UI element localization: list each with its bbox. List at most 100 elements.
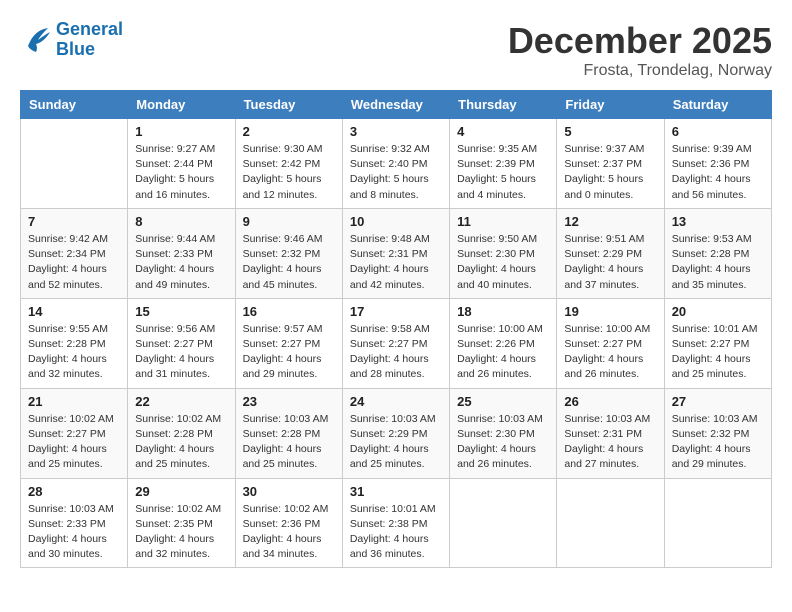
day-number: 20 <box>672 304 764 319</box>
day-info: Sunrise: 10:02 AM Sunset: 2:35 PM Daylig… <box>135 502 227 563</box>
day-info: Sunrise: 9:50 AM Sunset: 2:30 PM Dayligh… <box>457 232 549 293</box>
day-info: Sunrise: 9:55 AM Sunset: 2:28 PM Dayligh… <box>28 322 120 383</box>
day-info: Sunrise: 10:01 AM Sunset: 2:38 PM Daylig… <box>350 502 442 563</box>
day-cell: 7 Sunrise: 9:42 AM Sunset: 2:34 PM Daylig… <box>21 208 128 298</box>
day-cell: 22 Sunrise: 10:02 AM Sunset: 2:28 PM Dayl… <box>128 388 235 478</box>
day-cell: 9Sunrise: 9:46 AM Sunset: 2:32 PM Daylig… <box>235 208 342 298</box>
title-block: December 2025 Frosta, Trondelag, Norway <box>508 20 772 80</box>
day-info: Sunrise: 9:53 AM Sunset: 2:28 PM Dayligh… <box>672 232 764 293</box>
day-cell: 13 Sunrise: 9:53 AM Sunset: 2:28 PM Dayli… <box>664 208 771 298</box>
day-number: 19 <box>564 304 656 319</box>
day-cell: 28Sunrise: 10:03 AM Sunset: 2:33 PM Dayl… <box>21 478 128 568</box>
day-cell: 24 Sunrise: 10:03 AM Sunset: 2:29 PM Dayl… <box>342 388 449 478</box>
day-cell: 20 Sunrise: 10:01 AM Sunset: 2:27 PM Dayl… <box>664 298 771 388</box>
day-cell: 19 Sunrise: 10:00 AM Sunset: 2:27 PM Dayl… <box>557 298 664 388</box>
day-cell: 3Sunrise: 9:32 AM Sunset: 2:40 PM Daylig… <box>342 119 449 209</box>
week-row-3: 21Sunrise: 10:02 AM Sunset: 2:27 PM Dayl… <box>21 388 772 478</box>
column-header-sunday: Sunday <box>21 91 128 119</box>
month-title: December 2025 <box>508 20 772 62</box>
week-row-4: 28Sunrise: 10:03 AM Sunset: 2:33 PM Dayl… <box>21 478 772 568</box>
logo-icon <box>20 26 52 54</box>
day-number: 9 <box>243 214 335 229</box>
column-header-thursday: Thursday <box>450 91 557 119</box>
day-number: 10 <box>350 214 442 229</box>
week-row-1: 7 Sunrise: 9:42 AM Sunset: 2:34 PM Daylig… <box>21 208 772 298</box>
day-cell: 17Sunrise: 9:58 AM Sunset: 2:27 PM Dayli… <box>342 298 449 388</box>
page-header: General Blue December 2025 Frosta, Trond… <box>20 20 772 80</box>
day-info: Sunrise: 10:00 AM Sunset: 2:26 PM Daylig… <box>457 322 549 383</box>
day-number: 18 <box>457 304 549 319</box>
day-cell: 10 Sunrise: 9:48 AM Sunset: 2:31 PM Dayli… <box>342 208 449 298</box>
day-info: Sunrise: 10:02 AM Sunset: 2:36 PM Daylig… <box>243 502 335 563</box>
day-number: 27 <box>672 394 764 409</box>
day-number: 29 <box>135 484 227 499</box>
day-cell <box>450 478 557 568</box>
day-cell: 23Sunrise: 10:03 AM Sunset: 2:28 PM Dayl… <box>235 388 342 478</box>
day-info: Sunrise: 10:01 AM Sunset: 2:27 PM Daylig… <box>672 322 764 383</box>
day-number: 21 <box>28 394 120 409</box>
day-info: Sunrise: 10:02 AM Sunset: 2:28 PM Daylig… <box>135 412 227 473</box>
day-info: Sunrise: 9:42 AM Sunset: 2:34 PM Dayligh… <box>28 232 120 293</box>
day-cell: 15Sunrise: 9:56 AM Sunset: 2:27 PM Dayli… <box>128 298 235 388</box>
day-info: Sunrise: 9:58 AM Sunset: 2:27 PM Dayligh… <box>350 322 442 383</box>
day-cell: 31 Sunrise: 10:01 AM Sunset: 2:38 PM Dayl… <box>342 478 449 568</box>
day-cell: 27Sunrise: 10:03 AM Sunset: 2:32 PM Dayl… <box>664 388 771 478</box>
day-info: Sunrise: 9:30 AM Sunset: 2:42 PM Dayligh… <box>243 142 335 203</box>
day-info: Sunrise: 9:35 AM Sunset: 2:39 PM Dayligh… <box>457 142 549 203</box>
day-info: Sunrise: 9:57 AM Sunset: 2:27 PM Dayligh… <box>243 322 335 383</box>
day-number: 5 <box>564 124 656 139</box>
day-info: Sunrise: 9:27 AM Sunset: 2:44 PM Dayligh… <box>135 142 227 203</box>
day-cell: 6 Sunrise: 9:39 AM Sunset: 2:36 PM Daylig… <box>664 119 771 209</box>
day-cell: 5 Sunrise: 9:37 AM Sunset: 2:37 PM Daylig… <box>557 119 664 209</box>
day-cell: 18 Sunrise: 10:00 AM Sunset: 2:26 PM Dayl… <box>450 298 557 388</box>
day-cell: 8 Sunrise: 9:44 AM Sunset: 2:33 PM Daylig… <box>128 208 235 298</box>
day-number: 8 <box>135 214 227 229</box>
column-header-friday: Friday <box>557 91 664 119</box>
day-number: 31 <box>350 484 442 499</box>
day-cell: 26Sunrise: 10:03 AM Sunset: 2:31 PM Dayl… <box>557 388 664 478</box>
day-number: 7 <box>28 214 120 229</box>
day-info: Sunrise: 10:03 AM Sunset: 2:29 PM Daylig… <box>350 412 442 473</box>
day-info: Sunrise: 9:39 AM Sunset: 2:36 PM Dayligh… <box>672 142 764 203</box>
day-info: Sunrise: 9:32 AM Sunset: 2:40 PM Dayligh… <box>350 142 442 203</box>
calendar-header-row: SundayMondayTuesdayWednesdayThursdayFrid… <box>21 91 772 119</box>
column-header-wednesday: Wednesday <box>342 91 449 119</box>
day-number: 15 <box>135 304 227 319</box>
day-info: Sunrise: 10:03 AM Sunset: 2:30 PM Daylig… <box>457 412 549 473</box>
column-header-monday: Monday <box>128 91 235 119</box>
day-number: 13 <box>672 214 764 229</box>
day-number: 28 <box>28 484 120 499</box>
logo: General Blue <box>20 20 123 60</box>
day-number: 4 <box>457 124 549 139</box>
day-number: 22 <box>135 394 227 409</box>
day-number: 12 <box>564 214 656 229</box>
location: Frosta, Trondelag, Norway <box>508 62 772 80</box>
day-number: 30 <box>243 484 335 499</box>
day-number: 24 <box>350 394 442 409</box>
day-info: Sunrise: 10:00 AM Sunset: 2:27 PM Daylig… <box>564 322 656 383</box>
week-row-0: 1 Sunrise: 9:27 AM Sunset: 2:44 PM Daylig… <box>21 119 772 209</box>
day-info: Sunrise: 9:48 AM Sunset: 2:31 PM Dayligh… <box>350 232 442 293</box>
calendar-table: SundayMondayTuesdayWednesdayThursdayFrid… <box>20 90 772 568</box>
day-cell: 21Sunrise: 10:02 AM Sunset: 2:27 PM Dayl… <box>21 388 128 478</box>
day-cell: 25 Sunrise: 10:03 AM Sunset: 2:30 PM Dayl… <box>450 388 557 478</box>
day-info: Sunrise: 10:03 AM Sunset: 2:31 PM Daylig… <box>564 412 656 473</box>
day-cell: 2Sunrise: 9:30 AM Sunset: 2:42 PM Daylig… <box>235 119 342 209</box>
day-info: Sunrise: 10:03 AM Sunset: 2:28 PM Daylig… <box>243 412 335 473</box>
day-number: 25 <box>457 394 549 409</box>
day-cell <box>21 119 128 209</box>
day-number: 6 <box>672 124 764 139</box>
day-info: Sunrise: 9:37 AM Sunset: 2:37 PM Dayligh… <box>564 142 656 203</box>
calendar-body: 1 Sunrise: 9:27 AM Sunset: 2:44 PM Daylig… <box>21 119 772 568</box>
day-number: 1 <box>135 124 227 139</box>
day-cell: 16 Sunrise: 9:57 AM Sunset: 2:27 PM Dayli… <box>235 298 342 388</box>
day-cell: 11Sunrise: 9:50 AM Sunset: 2:30 PM Dayli… <box>450 208 557 298</box>
day-cell: 4 Sunrise: 9:35 AM Sunset: 2:39 PM Daylig… <box>450 119 557 209</box>
day-number: 16 <box>243 304 335 319</box>
day-cell <box>557 478 664 568</box>
day-info: Sunrise: 9:44 AM Sunset: 2:33 PM Dayligh… <box>135 232 227 293</box>
day-cell: 14 Sunrise: 9:55 AM Sunset: 2:28 PM Dayli… <box>21 298 128 388</box>
day-number: 14 <box>28 304 120 319</box>
logo-text: General Blue <box>56 20 123 60</box>
day-cell: 12Sunrise: 9:51 AM Sunset: 2:29 PM Dayli… <box>557 208 664 298</box>
